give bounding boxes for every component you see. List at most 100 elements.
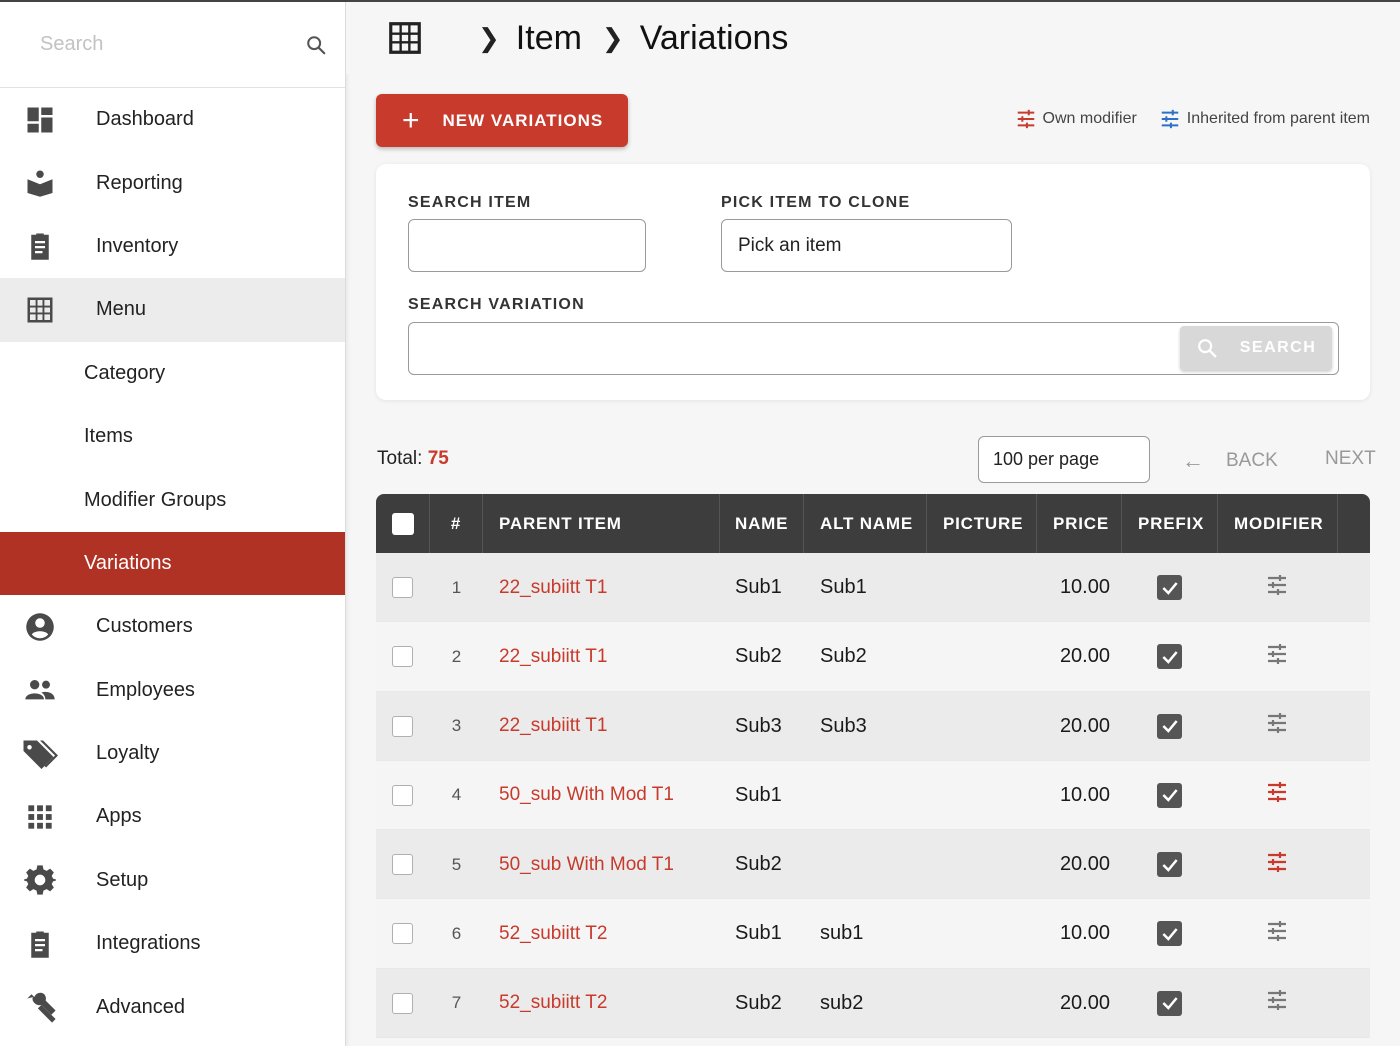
table-row[interactable]: 6 52_subiitt T2 Sub1 sub1 10.00 xyxy=(376,899,1370,969)
table-row[interactable]: 4 50_sub With Mod T1 Sub1 10.00 xyxy=(376,760,1370,831)
prefix-checkbox[interactable] xyxy=(1157,852,1182,878)
row-prefix-cell xyxy=(1157,692,1182,761)
next-button[interactable]: NEXT xyxy=(1325,448,1376,470)
select-all-cell xyxy=(376,494,430,553)
sidebar-item-label: Setup xyxy=(96,868,149,891)
per-page-select[interactable]: 100 per page xyxy=(978,436,1150,483)
col-picture[interactable]: PICTURE xyxy=(927,494,1037,553)
sidebar-item-loyalty[interactable]: Loyalty xyxy=(0,722,345,785)
sidebar-item-reporting[interactable]: Reporting xyxy=(0,151,345,214)
row-checkbox[interactable] xyxy=(392,715,413,737)
row-modifier-button[interactable] xyxy=(1265,969,1289,1038)
sidebar-item-label: Items xyxy=(84,425,133,448)
row-parent-item-link[interactable]: 22_subiitt T1 xyxy=(499,553,607,622)
sidebar-item-label: Reporting xyxy=(96,171,183,194)
total-value: 75 xyxy=(427,448,449,469)
prefix-checkbox[interactable] xyxy=(1157,644,1182,670)
search-icon[interactable] xyxy=(305,31,327,59)
row-parent-item-link[interactable]: 22_subiitt T1 xyxy=(499,692,607,761)
legend-own: Own modifier xyxy=(1015,108,1137,130)
sidebar-item-label: Employees xyxy=(96,678,195,701)
row-name: Sub2 xyxy=(735,991,782,1014)
prefix-checkbox[interactable] xyxy=(1157,782,1182,808)
customer-icon xyxy=(22,609,58,645)
row-modifier-button[interactable] xyxy=(1265,830,1289,899)
sidebar-item-integrations[interactable]: Integrations xyxy=(0,912,345,975)
col-alt-name[interactable]: ALT NAME xyxy=(804,494,927,553)
row-parent-item-link[interactable]: 52_subiitt T2 xyxy=(499,899,607,968)
check-icon xyxy=(1161,581,1178,595)
sidebar-item-advanced[interactable]: Advanced xyxy=(0,975,345,1038)
sidebar-item-setup[interactable]: Setup xyxy=(0,849,345,912)
sidebar-item-items[interactable]: Items xyxy=(0,405,345,468)
search-button-label: SEARCH xyxy=(1239,339,1317,356)
sidebar-item-inventory[interactable]: Inventory xyxy=(0,215,345,278)
chevron-right-icon: ❯ xyxy=(601,22,624,53)
row-parent-item-link[interactable]: 52_subiitt T2 xyxy=(499,969,607,1038)
back-button[interactable]: ← BACK xyxy=(1182,448,1278,474)
row-checkbox[interactable] xyxy=(392,992,413,1014)
row-checkbox[interactable] xyxy=(392,923,413,945)
row-modifier-button[interactable] xyxy=(1265,692,1289,761)
row-checkbox[interactable] xyxy=(392,646,413,668)
row-prefix-cell xyxy=(1157,553,1182,622)
new-variations-button[interactable]: + NEW VARIATIONS xyxy=(376,94,628,147)
sidebar-item-label: Dashboard xyxy=(96,108,194,131)
col-price[interactable]: PRICE xyxy=(1037,494,1122,553)
col-modifier[interactable]: MODIFIER xyxy=(1218,494,1338,553)
page-title: Variations xyxy=(639,18,789,57)
search-variation-input[interactable]: SEARCH xyxy=(408,322,1339,375)
sidebar-item-modifier-groups[interactable]: Modifier Groups xyxy=(0,468,345,531)
table-row[interactable]: 5 50_sub With Mod T1 Sub2 20.00 xyxy=(376,830,1370,900)
sidebar-search-input[interactable] xyxy=(40,33,305,56)
col-parent-item[interactable]: PARENT ITEM xyxy=(483,494,720,553)
check-icon xyxy=(1161,650,1178,664)
integrations-icon xyxy=(22,926,58,962)
table-row[interactable]: 7 52_subiitt T2 Sub2 sub2 20.00 xyxy=(376,968,1370,1039)
sidebar-item-menu[interactable]: Menu xyxy=(0,278,345,342)
sidebar-item-customers[interactable]: Customers xyxy=(0,595,345,658)
col-number[interactable]: # xyxy=(430,494,483,553)
row-parent-item-link[interactable]: 22_subiitt T1 xyxy=(499,622,607,691)
row-price: 10.00 xyxy=(1059,783,1110,806)
row-modifier-button[interactable] xyxy=(1265,553,1289,622)
col-name[interactable]: NAME xyxy=(720,494,804,553)
col-prefix[interactable]: PREFIX xyxy=(1122,494,1218,553)
row-modifier-button[interactable] xyxy=(1265,899,1289,968)
table-row[interactable]: 3 22_subiitt T1 Sub3 Sub3 20.00 xyxy=(376,691,1370,761)
pick-item-select[interactable]: Pick an item xyxy=(721,219,1012,272)
row-name: Sub1 xyxy=(735,922,782,945)
select-all-checkbox[interactable] xyxy=(391,512,414,535)
row-modifier-button[interactable] xyxy=(1265,622,1289,691)
row-parent-item-link[interactable]: 50_sub With Mod T1 xyxy=(499,761,674,830)
row-name: Sub1 xyxy=(735,783,782,806)
row-parent-item-link[interactable]: 50_sub With Mod T1 xyxy=(499,830,674,899)
search-button[interactable]: SEARCH xyxy=(1180,326,1332,370)
tune-icon xyxy=(1265,642,1289,672)
prefix-checkbox[interactable] xyxy=(1157,575,1182,600)
prefix-checkbox[interactable] xyxy=(1157,990,1182,1016)
sidebar-item-employees[interactable]: Employees xyxy=(0,659,345,722)
tune-icon xyxy=(1265,850,1289,880)
sidebar-item-category[interactable]: Category xyxy=(0,342,345,405)
prefix-checkbox[interactable] xyxy=(1157,921,1182,947)
row-number: 1 xyxy=(451,577,462,597)
sidebar-item-apps[interactable]: Apps xyxy=(0,785,345,848)
table-row[interactable]: 2 22_subiitt T1 Sub2 Sub2 20.00 xyxy=(376,622,1370,692)
row-checkbox[interactable] xyxy=(392,577,413,598)
search-item-input[interactable] xyxy=(408,219,646,272)
sidebar-item-variations[interactable]: Variations xyxy=(0,531,345,596)
row-checkbox[interactable] xyxy=(392,854,413,876)
row-checkbox[interactable] xyxy=(392,784,413,806)
sidebar-item-dashboard[interactable]: Dashboard xyxy=(0,88,345,151)
row-price: 20.00 xyxy=(1059,991,1110,1014)
row-modifier-button[interactable] xyxy=(1265,761,1289,830)
breadcrumb-item[interactable]: Item xyxy=(516,19,582,58)
table-row[interactable]: 1 22_subiitt T1 Sub1 Sub1 10.00 xyxy=(376,553,1370,623)
row-alt-name: Sub3 xyxy=(820,714,867,737)
menu-grid-icon[interactable] xyxy=(386,19,424,57)
row-price: 10.00 xyxy=(1059,922,1110,945)
total-count: Total: 75 xyxy=(377,448,449,470)
variations-table: # PARENT ITEM NAME ALT NAME PICTURE PRIC… xyxy=(376,494,1370,1039)
prefix-checkbox[interactable] xyxy=(1157,713,1182,739)
